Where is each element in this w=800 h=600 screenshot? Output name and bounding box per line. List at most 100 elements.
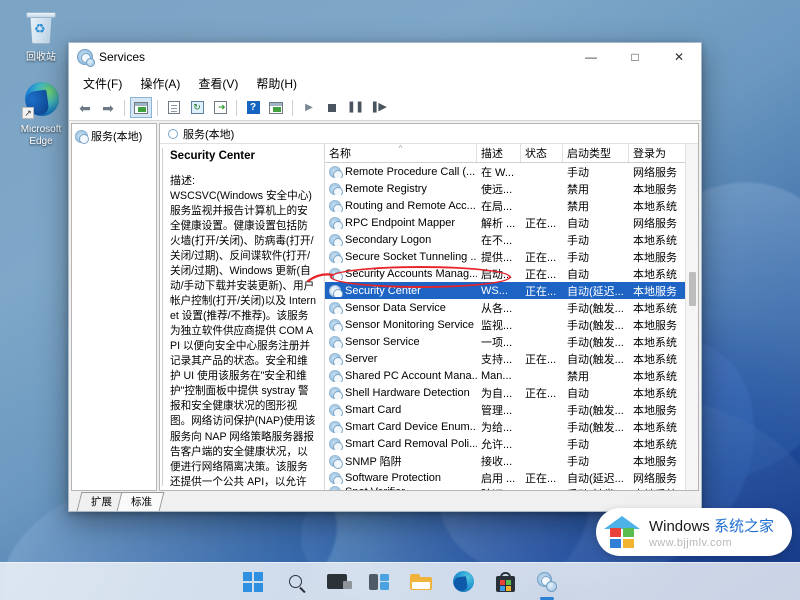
minimize-button[interactable]: — [569, 43, 613, 71]
service-name-heading: Security Center [170, 150, 316, 162]
table-row[interactable]: RPC Endpoint Mapper解析 ...正在...自动网络服务 [325, 214, 685, 231]
search-button[interactable] [283, 570, 307, 594]
vertical-scrollbar[interactable] [685, 144, 698, 490]
table-row[interactable]: Shell Hardware Detection为自...正在...自动本地系统 [325, 384, 685, 401]
column-header-description[interactable]: 描述 [477, 144, 521, 162]
column-header-status[interactable]: 状态 [521, 144, 563, 162]
cell-text: SNMP 陷阱 [345, 453, 402, 469]
table-row[interactable]: Sensor Data Service从各...手动(触发...本地系统 [325, 299, 685, 316]
forward-button[interactable]: ➡ [97, 97, 119, 118]
properties-button[interactable] [163, 97, 185, 118]
cell-desc: 为自... [477, 385, 521, 401]
desktop-icon-label: 回收站 [26, 52, 56, 64]
cell-text: Smart Card Device Enum... [345, 421, 477, 433]
help-button[interactable]: ? [242, 97, 264, 118]
services-gear-icon [329, 183, 341, 195]
tree-node-services-local[interactable]: 服务(本地) [75, 128, 153, 144]
desktop-icon-recycle-bin[interactable]: ♻ 回收站 [8, 8, 74, 64]
refresh-button[interactable]: ↻ [186, 97, 208, 118]
cell-name: Smart Card [325, 404, 477, 416]
window-titlebar[interactable]: Services — □ ✕ [69, 43, 701, 71]
services-window[interactable]: Services — □ ✕ 文件(F) 操作(A) 查看(V) 帮助(H) ⬅… [68, 42, 702, 512]
table-row[interactable]: Secure Socket Tunneling ...提供...正在...手动本… [325, 248, 685, 265]
close-button[interactable]: ✕ [657, 43, 701, 71]
window-title: Services [99, 50, 569, 64]
cell-name: SNMP 陷阱 [325, 453, 477, 469]
table-row[interactable]: SNMP 陷阱接收...手动本地服务 [325, 452, 685, 469]
table-row[interactable]: Shared PC Account Mana...Man...禁用本地系统 [325, 367, 685, 384]
cell-state: 正在... [521, 351, 563, 367]
cell-login: 本地系统 [629, 198, 685, 214]
cell-start: 禁用 [563, 198, 629, 214]
menu-item-view[interactable]: 查看(V) [190, 72, 246, 95]
start-service-button[interactable]: ▶ [298, 97, 320, 118]
menu-item-help[interactable]: 帮助(H) [248, 72, 305, 95]
file-explorer-button[interactable] [409, 570, 433, 594]
table-row[interactable]: Security Accounts Manag...启动...正在...自动本地… [325, 265, 685, 282]
maximize-button[interactable]: □ [613, 43, 657, 71]
cell-start: 手动 [563, 436, 629, 452]
table-row[interactable]: Software Protection启用 ...正在...自动(延迟...网络… [325, 469, 685, 486]
cell-desc: 解析 ... [477, 215, 521, 231]
cell-desc: 在不... [477, 232, 521, 248]
table-row[interactable]: Secondary Logon在不...手动本地系统 [325, 231, 685, 248]
cell-text: RPC Endpoint Mapper [345, 217, 455, 229]
cell-login: 本地系统 [629, 419, 685, 435]
back-button[interactable]: ⬅ [74, 97, 96, 118]
column-header-name[interactable]: 名称 ^ [325, 144, 477, 162]
table-row[interactable]: Remote Procedure Call (...在 W...手动网络服务 [325, 163, 685, 180]
services-list-pane: 服务(本地) Security Center 描述: WSCSVC(Window… [159, 123, 699, 491]
cell-desc: 启动... [477, 266, 521, 282]
table-row[interactable]: Server支持...正在...自动(触发...本地系统 [325, 350, 685, 367]
services-gear-icon [329, 438, 341, 450]
menu-item-file[interactable]: 文件(F) [75, 72, 130, 95]
cell-desc: 使远... [477, 181, 521, 197]
table-row[interactable]: Smart Card管理...手动(触发...本地服务 [325, 401, 685, 418]
cell-name: Spot Verifier [325, 486, 477, 490]
cell-login: 本地服务 [629, 402, 685, 418]
column-header-startup-type[interactable]: 启动类型 [563, 144, 629, 162]
table-row[interactable]: Remote Registry使远...禁用本地服务 [325, 180, 685, 197]
edge-button[interactable] [451, 570, 475, 594]
table-row[interactable]: Security CenterWS...正在...自动(延迟...本地服务 [325, 282, 685, 299]
table-row[interactable]: Routing and Remote Acc...在局...禁用本地系统 [325, 197, 685, 214]
console-tree-pane[interactable]: 服务(本地) [71, 123, 157, 491]
cell-start: 手动 [563, 232, 629, 248]
cell-login: 本地系统 [629, 436, 685, 452]
start-button[interactable] [241, 570, 265, 594]
table-row[interactable]: Smart Card Device Enum...为给...手动(触发...本地… [325, 418, 685, 435]
menu-item-action[interactable]: 操作(A) [132, 72, 188, 95]
show-hide-action-pane-button[interactable] [265, 97, 287, 118]
cell-desc: 验证... [477, 486, 521, 490]
pause-service-button[interactable]: ❚❚ [344, 97, 366, 118]
services-gear-icon [329, 166, 341, 178]
cell-login: 本地服务 [629, 317, 685, 333]
cell-name: Remote Procedure Call (... [325, 166, 477, 178]
cell-desc: 监视... [477, 317, 521, 333]
cell-name: Server [325, 353, 477, 365]
table-row[interactable]: Sensor Service一项...手动(触发...本地系统 [325, 333, 685, 350]
table-body[interactable]: Remote Procedure Call (...在 W...手动网络服务Re… [325, 163, 685, 490]
services-gear-icon [329, 486, 341, 490]
tab-standard[interactable]: 标准 [117, 492, 165, 511]
show-hide-console-tree-button[interactable] [130, 97, 152, 118]
restart-service-button[interactable]: ❚▶ [367, 97, 389, 118]
export-list-button[interactable]: ➜ [209, 97, 231, 118]
store-button[interactable] [493, 570, 517, 594]
widgets-button[interactable] [367, 570, 391, 594]
stop-service-button[interactable] [321, 97, 343, 118]
task-view-button[interactable] [325, 570, 349, 594]
desktop-icon-microsoft-edge[interactable]: ↗ Microsoft Edge [8, 80, 74, 147]
table-row[interactable]: Spot Verifier验证...手动(触发...本地系统 [325, 486, 685, 490]
cell-login: 本地系统 [629, 368, 685, 384]
cell-name: Secondary Logon [325, 234, 477, 246]
cell-text: Remote Registry [345, 183, 427, 195]
scrollbar-thumb[interactable] [689, 272, 696, 306]
table-row[interactable]: Smart Card Removal Poli...允许...手动本地系统 [325, 435, 685, 452]
column-header-log-on-as[interactable]: 登录为 [629, 144, 691, 162]
services-taskbar-button[interactable] [535, 570, 559, 594]
cell-login: 本地系统 [629, 266, 685, 282]
table-row[interactable]: Sensor Monitoring Service监视...手动(触发...本地… [325, 316, 685, 333]
cell-start: 禁用 [563, 181, 629, 197]
cell-name: Shell Hardware Detection [325, 387, 477, 399]
